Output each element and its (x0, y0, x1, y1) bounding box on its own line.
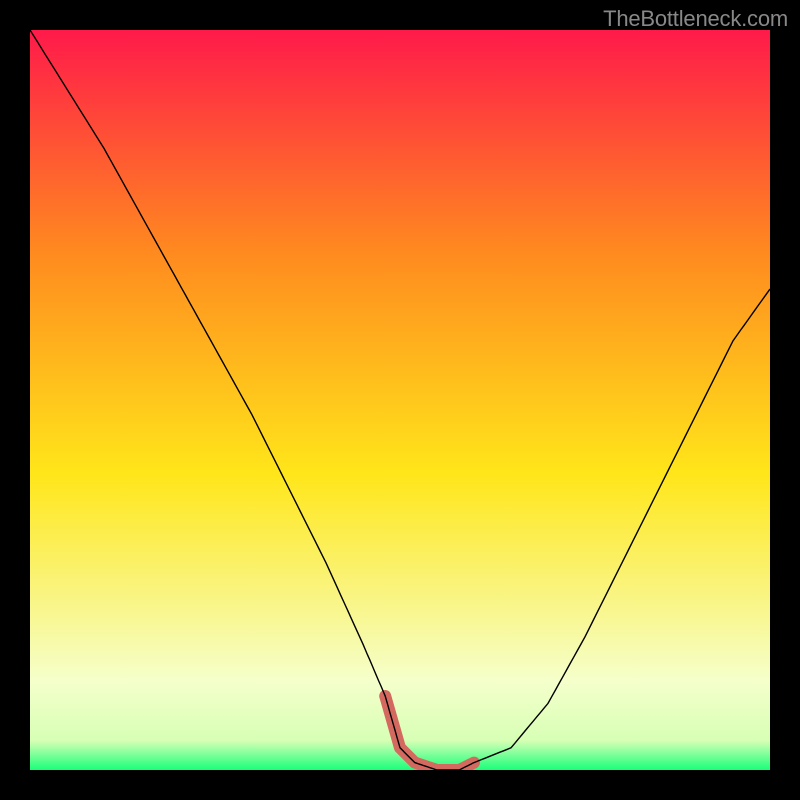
watermark-text: TheBottleneck.com (603, 6, 788, 32)
bottleneck-chart (30, 30, 770, 770)
chart-background (30, 30, 770, 770)
chart-svg (30, 30, 770, 770)
